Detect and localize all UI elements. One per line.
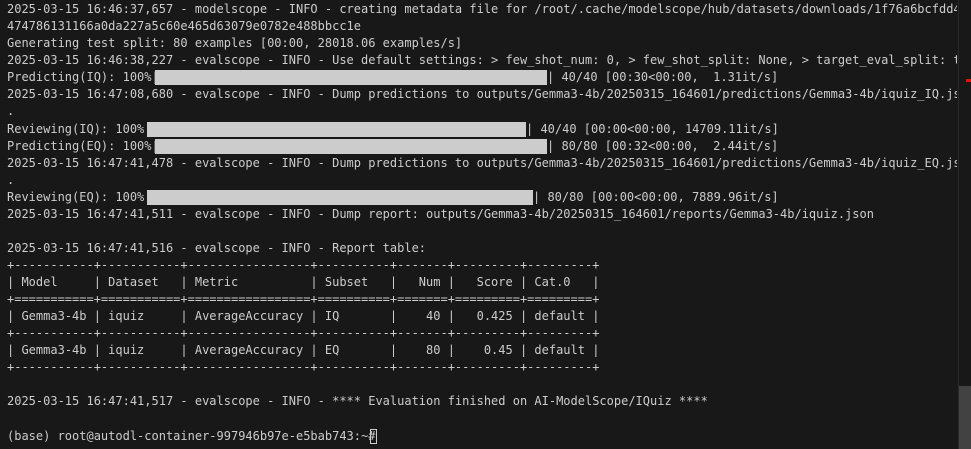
log-line: 2025-03-15 16:46:38,227 - evalscope - IN… — [7, 53, 957, 67]
progress-label-predicting-eq: Predicting(EQ): 100%| — [7, 139, 159, 153]
report-table-border: +-----------+-----------+---------------… — [7, 360, 600, 374]
log-line: Generating test split: 80 examples [00:0… — [7, 36, 463, 50]
progress-bar-reviewing-eq — [147, 190, 533, 205]
terminal-panel[interactable]: 2025-03-15 16:46:37,657 - modelscope - I… — [0, 0, 958, 449]
vertical-scrollbar[interactable] — [958, 0, 971, 449]
log-line: 474786131166a0da227a5c60e465d63079e0782e… — [7, 19, 362, 33]
progress-label-reviewing-eq: Reviewing(EQ): 100%| — [7, 190, 152, 204]
log-line: 2025-03-15 16:47:08,680 - evalscope - IN… — [7, 87, 957, 101]
log-line: 2025-03-15 16:47:41,511 - evalscope - IN… — [7, 207, 874, 221]
report-table-border: +-----------+-----------+---------------… — [7, 326, 600, 340]
scrollbar-thumb[interactable] — [959, 386, 971, 449]
scrollbar-error-marker — [966, 79, 971, 82]
progress-bar-reviewing-iq — [147, 122, 526, 137]
log-line: 2025-03-15 16:47:41,516 - evalscope - IN… — [7, 241, 427, 255]
log-line: 2025-03-15 16:47:41,478 - evalscope - IN… — [7, 156, 957, 170]
report-table-separator: +===========+===========+===============… — [7, 292, 600, 306]
log-line: . — [7, 173, 15, 187]
progress-label-predicting-iq: Predicting(IQ): 100%| — [7, 70, 159, 84]
report-table-row: | Gemma3-4b | iquiz | AverageAccuracy | … — [7, 343, 600, 357]
shell-prompt[interactable]: (base) root@autodl-container-997946b97e-… — [7, 428, 383, 445]
progress-stats-reviewing-iq: | 40/40 [00:00<00:00, 14709.11it/s] — [526, 122, 779, 136]
log-line: 2025-03-15 16:46:37,657 - modelscope - I… — [7, 2, 957, 16]
report-table-row: | Gemma3-4b | iquiz | AverageAccuracy | … — [7, 309, 600, 323]
report-table-border: +-----------+-----------+---------------… — [7, 258, 600, 272]
progress-stats-predicting-eq: | 80/80 [00:32<00:00, 2.44it/s] — [547, 139, 779, 153]
terminal-cursor — [370, 429, 377, 444]
progress-stats-predicting-iq: | 40/40 [00:30<00:00, 1.31it/s] — [547, 70, 779, 84]
log-line: 2025-03-15 16:47:41,517 - evalscope - IN… — [7, 394, 708, 408]
progress-bar-predicting-iq — [155, 70, 547, 85]
progress-bar-predicting-eq — [155, 139, 547, 154]
progress-label-reviewing-iq: Reviewing(IQ): 100%| — [7, 122, 152, 136]
report-table-header: | Model | Dataset | Metric | Subset | Nu… — [7, 275, 600, 289]
log-line: . — [7, 104, 15, 118]
progress-stats-reviewing-eq: | 80/80 [00:00<00:00, 7889.96it/s] — [533, 190, 779, 204]
